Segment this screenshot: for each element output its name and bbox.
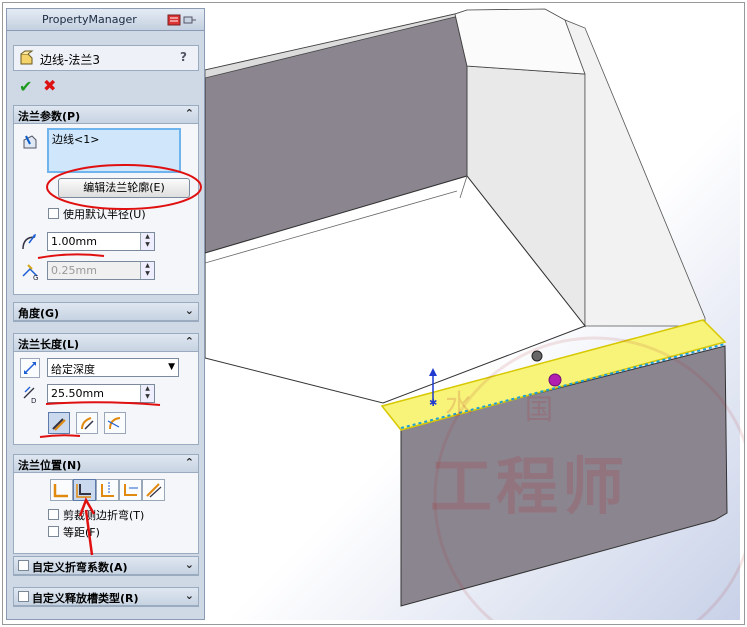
pin-icon[interactable] — [167, 14, 197, 26]
virtual-sharp-button[interactable] — [119, 479, 142, 501]
virtual-sharp-icon — [124, 484, 138, 496]
trim-side-bends-label: 剪裁侧边折弯(T) — [63, 509, 145, 522]
tangent-to-bend-icon — [146, 483, 162, 498]
custom-relief-checkbox[interactable] — [18, 591, 29, 602]
flange-length-label: 法兰长度(L) — [18, 338, 80, 351]
pm-titlebar: PropertyManager — [7, 9, 204, 31]
inner-virtual-sharp-button[interactable] — [76, 412, 98, 434]
end-condition-value: 给定深度 — [51, 363, 95, 376]
offset-label: 等距(F) — [63, 526, 100, 539]
expand-icon[interactable]: ⌄ — [185, 304, 194, 317]
cancel-button[interactable]: ✖ — [43, 76, 56, 95]
flange-length-header[interactable]: 法兰长度(L) ⌃ — [14, 334, 198, 352]
reverse-direction-icon — [24, 362, 36, 374]
right-wall-top — [454, 8, 586, 75]
flange-position-header[interactable]: 法兰位置(N) ⌃ — [14, 455, 198, 473]
graphics-viewport[interactable]: ✱ 水 国 工程师 — [204, 8, 745, 620]
custom-bend-header[interactable]: 自定义折弯系数(A) ⌄ — [14, 557, 198, 575]
flange-params-header[interactable]: 法兰参数(P) ⌃ — [14, 106, 198, 124]
edge-selection-list[interactable]: 边线<1> — [47, 128, 181, 173]
flange-position-label: 法兰位置(N) — [18, 459, 82, 472]
angle-group: 角度(G) ⌄ — [13, 302, 199, 322]
expand-icon[interactable]: ⌄ — [185, 589, 194, 602]
feature-header: 边线-法兰3 ? — [13, 45, 199, 71]
tangent-bend-icon — [107, 417, 121, 430]
bend-radius-input[interactable]: 1.00mm ▲ ▼ — [47, 232, 155, 251]
svg-text:G: G — [33, 274, 38, 281]
radius-spinner[interactable]: ▲ ▼ — [140, 233, 154, 250]
length-dimension-icon: D — [23, 386, 36, 404]
trim-side-bends-checkbox[interactable] — [48, 509, 59, 520]
flange-position-group: 法兰位置(N) ⌃ 剪裁侧边折弯(T) 等距(F) — [13, 454, 199, 554]
flange-params-group: 法兰参数(P) ⌃ 边线<1> 编辑法兰轮廓(E) 使用默认半径(U) 1.00… — [13, 105, 199, 295]
flange-length-group: 法兰长度(L) ⌃ 给定深度 ▼ D 25.50mm ▲ ▼ — [13, 333, 199, 445]
use-default-radius-checkbox[interactable] — [48, 208, 59, 219]
property-manager-panel: PropertyManager 边线-法兰3 ? ✔ ✖ 法兰参数(P) ⌃ 边… — [6, 8, 205, 620]
length-spinner[interactable]: ▲ ▼ — [140, 385, 154, 402]
edit-flange-profile-button[interactable]: 编辑法兰轮廓(E) — [58, 178, 190, 198]
collapse-icon[interactable]: ⌃ — [185, 456, 194, 469]
expand-icon[interactable]: ⌄ — [185, 558, 194, 571]
custom-relief-label: 自定义释放槽类型(R) — [32, 592, 139, 605]
edge-select-icon — [23, 135, 37, 149]
flange-params-label: 法兰参数(P) — [18, 110, 81, 123]
collapse-icon[interactable]: ⌃ — [185, 335, 194, 348]
flange-length-input[interactable]: 25.50mm ▲ ▼ — [47, 384, 155, 403]
inner-virtual-sharp-icon — [81, 417, 94, 430]
material-outside-button[interactable] — [73, 479, 96, 501]
end-condition-select[interactable]: 给定深度 ▼ — [47, 358, 179, 377]
angle-label: 角度(G) — [18, 307, 60, 320]
bend-radius-value: 1.00mm — [51, 235, 97, 248]
offset-checkbox[interactable] — [48, 526, 59, 537]
outer-virtual-sharp-icon — [52, 418, 66, 431]
confirm-button[interactable]: ✔ — [19, 77, 32, 96]
bend-radius-icon — [22, 234, 36, 250]
edge-list-item[interactable]: 边线<1> — [52, 131, 99, 147]
gap-distance-input[interactable]: 0.25mm ▲ ▼ — [47, 261, 155, 280]
bend-outside-icon — [101, 482, 114, 497]
gap-icon: G — [22, 264, 38, 281]
gap-distance-value: 0.25mm — [51, 264, 97, 277]
bend-outside-button[interactable] — [96, 479, 119, 501]
tangent-to-bend-button[interactable] — [142, 479, 165, 501]
custom-bend-checkbox[interactable] — [18, 560, 29, 571]
tangent-bend-button[interactable] — [104, 412, 126, 434]
angle-header[interactable]: 角度(G) ⌄ — [14, 303, 198, 321]
material-inside-icon — [53, 484, 68, 498]
reverse-direction-button[interactable] — [20, 358, 40, 378]
pm-title: PropertyManager — [42, 13, 137, 26]
right-wall-outer — [564, 19, 706, 327]
custom-bend-group: 自定义折弯系数(A) ⌄ — [13, 556, 199, 576]
use-default-radius-label: 使用默认半径(U) — [63, 208, 146, 221]
flange-length-value: 25.50mm — [51, 387, 104, 400]
watermark-circle — [433, 336, 745, 620]
feature-title: 边线-法兰3 — [40, 53, 100, 67]
collapse-icon[interactable]: ⌃ — [185, 107, 194, 120]
outer-virtual-sharp-button[interactable] — [48, 412, 70, 434]
edge-flange-icon — [20, 50, 34, 65]
chevron-down-icon: ▼ — [168, 362, 175, 372]
material-outside-icon — [76, 484, 91, 498]
help-button[interactable]: ? — [180, 50, 193, 66]
gap-spinner[interactable]: ▲ ▼ — [140, 262, 154, 279]
material-inside-button[interactable] — [50, 479, 73, 501]
custom-bend-label: 自定义折弯系数(A) — [32, 561, 128, 574]
custom-relief-group: 自定义释放槽类型(R) ⌄ — [13, 587, 199, 607]
custom-relief-header[interactable]: 自定义释放槽类型(R) ⌄ — [14, 588, 198, 606]
svg-text:D: D — [31, 397, 36, 404]
